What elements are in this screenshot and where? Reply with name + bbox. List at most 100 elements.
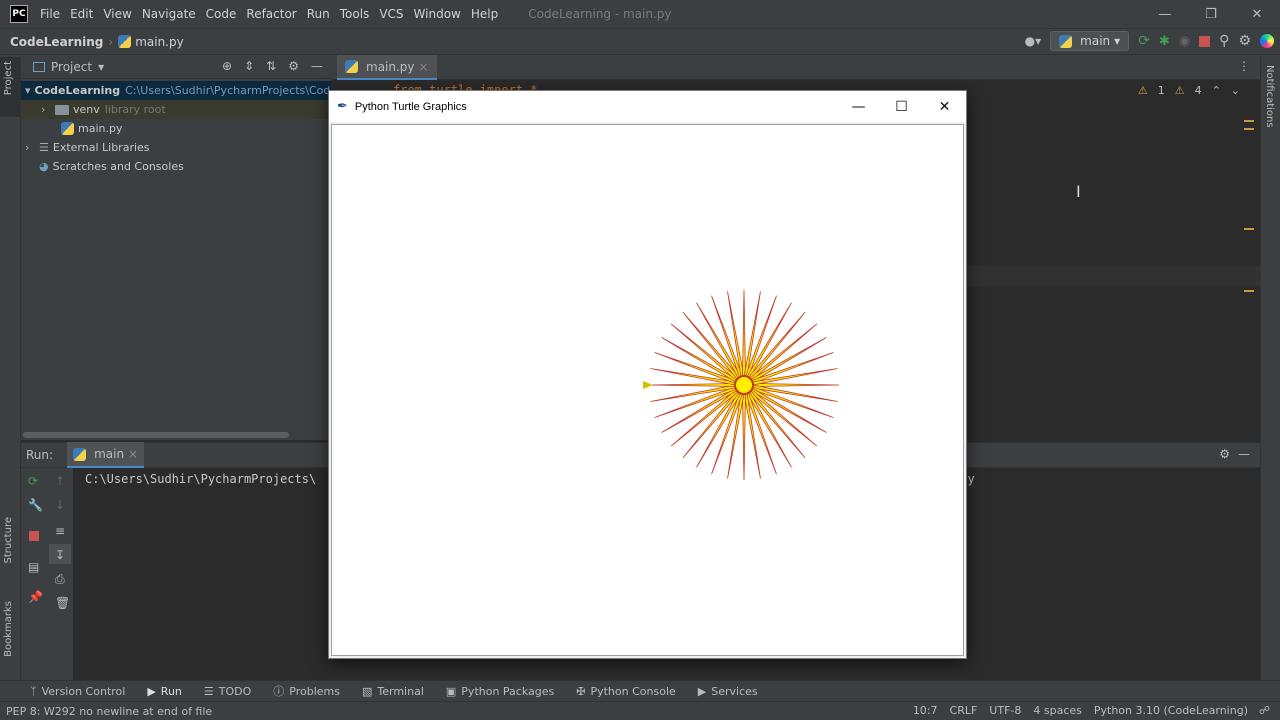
status-message[interactable]: PEP 8: W292 no newline at end of file [6, 705, 212, 718]
tool-tab-notifications[interactable]: Notifications [1264, 65, 1275, 128]
turtle-canvas[interactable] [331, 124, 964, 656]
tree-item-hint: library root [104, 103, 166, 116]
tree-item-external-libraries[interactable]: › ☰ External Libraries [21, 138, 331, 157]
sunburst-ray [748, 323, 818, 382]
caret-position[interactable]: 10:7 [913, 704, 938, 717]
close-icon[interactable]: ✕ [923, 91, 966, 122]
tool-version-control[interactable]: ᛉ Version Control [30, 685, 125, 698]
run-settings-gear-icon[interactable]: ⚙ [1219, 447, 1230, 461]
tree-item-scratches[interactable]: ◕ Scratches and Consoles [21, 157, 331, 176]
menu-edit[interactable]: Edit [70, 7, 93, 21]
tool-tab-structure[interactable]: Structure [3, 517, 14, 564]
menu-vcs[interactable]: VCS [379, 7, 403, 21]
settings-gear-icon[interactable]: ⚙ [1238, 33, 1251, 49]
sunburst-ray [742, 289, 746, 378]
menu-view[interactable]: View [103, 7, 131, 21]
previous-highlight-icon[interactable]: ⌃ [1212, 84, 1221, 97]
tool-todo[interactable]: ☰ TODO [204, 685, 251, 698]
chevron-down-icon[interactable]: ▾ [98, 60, 104, 74]
breadcrumb-project[interactable]: CodeLearning [10, 35, 103, 49]
terminal-icon: ▧ [361, 684, 373, 698]
gutter-marker[interactable] [1244, 120, 1254, 122]
line-separator[interactable]: CRLF [950, 704, 978, 717]
stop-icon[interactable] [1199, 35, 1211, 47]
close-tab-icon[interactable]: × [128, 447, 138, 461]
user-icon[interactable]: ●▾ [1025, 34, 1042, 48]
expand-all-icon[interactable]: ⇕ [244, 59, 254, 73]
print-icon[interactable]: ⎙ [55, 572, 69, 586]
search-icon[interactable]: ⚲ [1219, 33, 1229, 49]
project-panel-title[interactable]: Project [51, 60, 92, 74]
layout-icon[interactable]: ▤ [28, 560, 42, 574]
turtle-titlebar[interactable]: ✒ Python Turtle Graphics — ☐ ✕ [329, 91, 966, 122]
down-arrow-icon[interactable]: ↓ [55, 498, 69, 512]
up-arrow-icon[interactable]: ↑ [55, 474, 69, 488]
locate-file-icon[interactable]: ⊕ [222, 59, 232, 73]
tree-item-venv[interactable]: › venv library root [21, 100, 331, 119]
debug-icon[interactable]: ✱ [1159, 34, 1170, 49]
tool-tab-project[interactable]: Project [3, 61, 14, 95]
tree-item-main-py[interactable]: main.py [21, 119, 331, 138]
jetbrains-logo-icon[interactable] [1260, 34, 1274, 48]
tool-services[interactable]: ▶ Services [698, 685, 758, 698]
tree-item-codelearning[interactable]: ▾ CodeLearning C:\Users\Sudhir\PycharmPr… [21, 81, 337, 100]
expand-arrow-icon[interactable]: › [41, 103, 55, 116]
minimize-icon[interactable]: — [1142, 0, 1188, 28]
python-icon [73, 447, 87, 461]
tool-terminal[interactable]: ▧ Terminal [362, 685, 424, 698]
minimize-icon[interactable]: — [837, 91, 880, 122]
sunburst-ray [748, 388, 818, 447]
expand-arrow-icon[interactable]: › [25, 141, 39, 154]
maximize-icon[interactable]: ☐ [880, 91, 923, 122]
file-encoding[interactable]: UTF-8 [989, 704, 1021, 717]
turtle-cursor-icon [643, 381, 653, 389]
editor-tab-main-py[interactable]: main.py × [337, 55, 437, 80]
tool-tab-bookmarks[interactable]: Bookmarks [3, 601, 14, 657]
options-gear-icon[interactable]: ⚙ [288, 59, 299, 73]
pin-icon[interactable]: 📌 [28, 590, 43, 604]
scroll-to-end-icon[interactable]: ↧ [55, 548, 69, 562]
menu-tools[interactable]: Tools [340, 7, 370, 21]
interpreter[interactable]: Python 3.10 (CodeLearning) [1094, 704, 1248, 717]
horizontal-scrollbar[interactable] [23, 432, 289, 438]
menu-navigate[interactable]: Navigate [142, 7, 196, 21]
menu-run[interactable]: Run [307, 7, 330, 21]
close-tab-icon[interactable]: × [419, 60, 429, 74]
menu-refactor[interactable]: Refactor [246, 7, 296, 21]
list-icon: ☰ [203, 684, 214, 698]
more-tabs-icon[interactable]: ⋮ [1238, 59, 1250, 73]
menu-file[interactable]: File [40, 7, 60, 21]
gutter-marker[interactable] [1244, 228, 1254, 230]
gutter-marker[interactable] [1244, 128, 1254, 130]
hide-panel-icon[interactable]: — [311, 59, 323, 73]
run-tab-main[interactable]: main × [67, 442, 145, 468]
inspection-widget[interactable]: ⚠ 1 ⚠ 4 ⌃ ⌄ [1138, 84, 1240, 97]
gutter-marker[interactable] [1244, 290, 1254, 292]
tool-run[interactable]: ▶ Run [147, 685, 182, 698]
rerun-icon[interactable]: ⟳ [28, 474, 42, 488]
wrench-icon[interactable]: 🔧 [28, 498, 43, 512]
stop-icon[interactable] [29, 531, 39, 541]
tool-python-packages[interactable]: ▣ Python Packages [446, 685, 554, 698]
menu-help[interactable]: Help [471, 7, 498, 21]
tool-problems[interactable]: ⓘ Problems [273, 683, 340, 699]
trash-icon[interactable]: 🗑 [55, 596, 70, 610]
menu-code[interactable]: Code [206, 7, 237, 21]
tool-python-console[interactable]: ✠ Python Console [576, 685, 676, 698]
rerun-icon[interactable]: ⟳ [1138, 33, 1150, 49]
collapse-all-icon[interactable]: ⇅ [266, 59, 276, 73]
python-file-icon [61, 122, 74, 135]
restore-icon[interactable]: ❐ [1188, 0, 1234, 28]
run-config-selector[interactable]: main ▾ [1050, 31, 1130, 51]
expand-arrow-icon[interactable]: ▾ [25, 84, 31, 97]
next-highlight-icon[interactable]: ⌄ [1231, 84, 1240, 97]
breadcrumb-file[interactable]: main.py [135, 35, 184, 49]
hide-run-panel-icon[interactable]: — [1238, 447, 1250, 461]
indent-setting[interactable]: 4 spaces [1033, 704, 1082, 717]
sunburst-ray [682, 389, 741, 459]
coverage-icon[interactable]: ◉ [1179, 34, 1190, 49]
close-icon[interactable]: ✕ [1234, 0, 1280, 28]
soft-wrap-icon[interactable]: ≡ [55, 524, 69, 538]
menu-window[interactable]: Window [414, 7, 461, 21]
lock-icon[interactable]: ☍ [1259, 704, 1270, 717]
